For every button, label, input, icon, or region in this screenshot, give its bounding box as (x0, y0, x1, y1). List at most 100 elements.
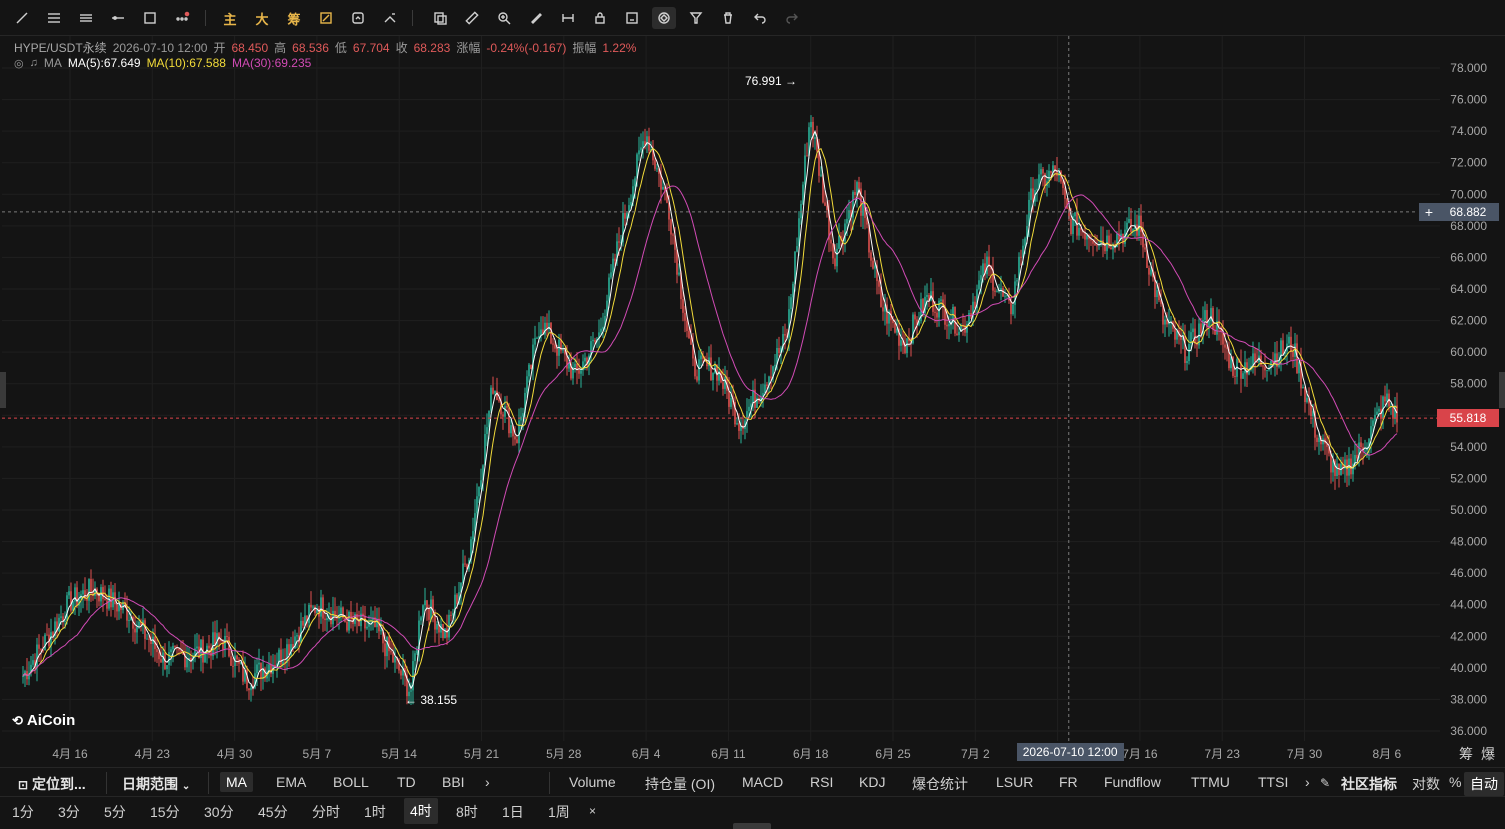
period-3[interactable]: 15分 (150, 802, 180, 822)
more-shapes-icon[interactable] (170, 7, 194, 29)
candle-body (710, 357, 712, 381)
period-8[interactable]: 4时 (404, 798, 438, 824)
time-tick-label: 7月 23 (1204, 747, 1240, 761)
copy-icon[interactable] (428, 7, 452, 29)
date-range-dropdown[interactable]: 日期范围 ⌄ (122, 774, 190, 794)
indicator-td[interactable]: TD (397, 774, 416, 790)
crosshair-plus-icon[interactable]: + (1419, 203, 1439, 221)
period-4[interactable]: 30分 (204, 802, 234, 822)
right-panel-grip[interactable] (1499, 372, 1505, 408)
candle-body (980, 275, 982, 281)
candle-body (414, 653, 416, 662)
redo-icon[interactable] (780, 7, 804, 29)
locate-button[interactable]: ⊡ 定位到... (18, 774, 86, 794)
auto-scale-button[interactable]: 自动 (1464, 772, 1504, 796)
candle-body (214, 632, 216, 645)
trash-icon[interactable] (716, 7, 740, 29)
edit-indicator-icon[interactable] (314, 7, 338, 29)
period-1[interactable]: 3分 (58, 802, 80, 822)
price-axis: 78.00076.00074.00072.00070.00068.00066.0… (1450, 61, 1487, 738)
period-10[interactable]: 1日 (502, 802, 524, 822)
indicator-ma[interactable]: MA (220, 772, 253, 792)
signal-icon[interactable] (378, 7, 402, 29)
ma-alert-icon[interactable]: ♫ (30, 57, 38, 69)
sub-indicator-ttsi[interactable]: TTSI (1258, 774, 1288, 790)
save-drawing-icon[interactable] (620, 7, 644, 29)
indicator-ema[interactable]: EMA (276, 774, 306, 790)
brush-icon[interactable] (524, 7, 548, 29)
candle-body (1148, 268, 1150, 275)
chip-distribution-button[interactable]: 筹 (1459, 744, 1473, 764)
sub-indicator-rsi[interactable]: RSI (810, 774, 833, 790)
candle-body (82, 590, 84, 595)
candle-body (296, 635, 298, 637)
period-5[interactable]: 45分 (258, 802, 288, 822)
period-11[interactable]: 1周 (548, 802, 570, 822)
magnet-icon[interactable] (556, 7, 580, 29)
period-7[interactable]: 1时 (364, 802, 386, 822)
log-scale-button[interactable]: 对数 (1412, 774, 1440, 794)
chevron-right-icon[interactable]: › (1305, 774, 1310, 790)
sub-indicator-lsur[interactable]: LSUR (996, 774, 1033, 790)
sub-indicator-macd[interactable]: MACD (742, 774, 783, 790)
community-edit-icon[interactable]: ✎ (1320, 776, 1330, 790)
period-9[interactable]: 8时 (456, 802, 478, 822)
sub-indicator-fundflow[interactable]: Fundflow (1104, 774, 1161, 790)
ma-info-row: ◎ ♫ MA MA(5):67.649 MA(10):67.588 MA(30)… (14, 56, 311, 70)
price-tick-label: 38.000 (1450, 692, 1487, 706)
chart-canvas[interactable]: 78.00076.00074.00072.00070.00068.00066.0… (0, 36, 1505, 741)
sub-indicator-volume[interactable]: Volume (569, 774, 616, 790)
parallel-lines-icon[interactable] (74, 7, 98, 29)
candle-body (88, 579, 90, 601)
liquidation-button[interactable]: 爆 (1481, 744, 1495, 764)
panel-resize-handle[interactable] (733, 823, 771, 829)
undo-icon[interactable] (748, 7, 772, 29)
percent-scale-button[interactable]: % (1449, 774, 1461, 790)
period-6[interactable]: 分时 (312, 802, 340, 822)
period-bar: 1分 3分 5分 15分 30分 45分 分时 1时 4时 8时 1日 1周 × (0, 797, 1505, 825)
main-chart-button[interactable]: 主 (218, 7, 242, 29)
sub-indicator-oi[interactable]: 持仓量 (OI) (645, 774, 715, 794)
sub-indicator-fr[interactable]: FR (1059, 774, 1078, 790)
candle-body (410, 690, 412, 692)
filter-icon[interactable] (684, 7, 708, 29)
zoom-in-icon[interactable] (492, 7, 516, 29)
candle-body (168, 652, 170, 666)
sub-indicator-kdj[interactable]: KDJ (859, 774, 885, 790)
candle-body (400, 670, 402, 676)
lock-icon[interactable] (588, 7, 612, 29)
candle-body (614, 258, 616, 262)
candle-body (1012, 304, 1014, 315)
left-panel-grip[interactable] (0, 372, 6, 408)
horizontal-ray-icon[interactable] (106, 7, 130, 29)
candle-body (64, 620, 66, 622)
period-2[interactable]: 5分 (104, 802, 126, 822)
indicator-bbi[interactable]: BBI (442, 774, 465, 790)
candlestick-chart[interactable]: 78.000 76.000 74.000 72.000 70.000 68.000 66.0… (0, 36, 1505, 741)
candle-body (390, 651, 392, 653)
chevron-right-icon[interactable]: › (485, 774, 490, 790)
candle-body (428, 609, 430, 620)
trend-line-icon[interactable] (10, 7, 34, 29)
candle-body (386, 637, 388, 657)
candle-body (420, 617, 422, 621)
period-0[interactable]: 1分 (12, 802, 34, 822)
sub-indicator-liquidation[interactable]: 爆仓统计 (912, 774, 968, 794)
close-icon[interactable]: × (589, 804, 596, 818)
sub-indicator-ttmu[interactable]: TTMU (1191, 774, 1230, 790)
hide-drawings-icon[interactable] (652, 7, 676, 29)
rectangle-icon[interactable] (138, 7, 162, 29)
candle-body (738, 423, 740, 431)
indicator-boll[interactable]: BOLL (333, 774, 369, 790)
candle-body (1200, 323, 1202, 333)
candle-body (946, 324, 948, 327)
candle-body (230, 656, 232, 666)
candle-body (68, 591, 70, 596)
community-indicators-button[interactable]: 社区指标 (1341, 774, 1397, 794)
chip-button[interactable]: 筹 (282, 7, 306, 29)
big-order-button[interactable]: 大 (250, 7, 274, 29)
ma-settings-icon[interactable]: ◎ (14, 57, 24, 70)
compare-icon[interactable] (346, 7, 370, 29)
horizontal-lines-icon[interactable] (42, 7, 66, 29)
ruler-icon[interactable] (460, 7, 484, 29)
